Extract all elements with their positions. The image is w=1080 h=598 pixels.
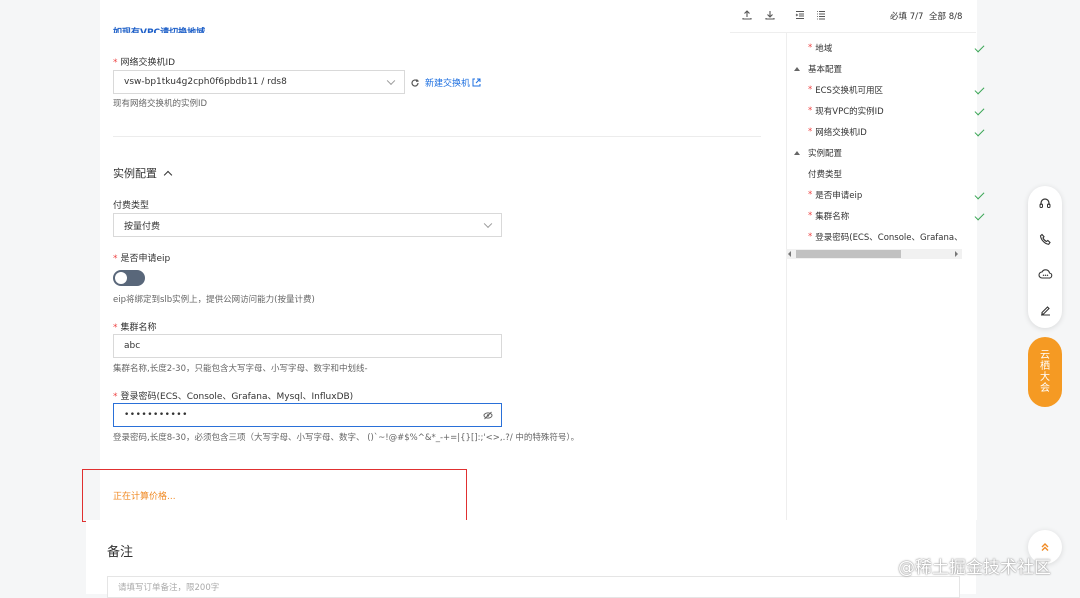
tree-item-7[interactable]: * 是否申请eip <box>786 187 998 203</box>
password-value: ••••••••••• <box>124 410 188 420</box>
check-icon <box>974 84 985 95</box>
partial-hint-text: 如现有VPC请切换地域。 <box>113 28 215 33</box>
scroll-right-icon[interactable] <box>955 251 958 257</box>
chevron-up-icon[interactable] <box>163 170 173 179</box>
tree-item-label: 地域 <box>815 44 833 54</box>
vswitch-value: vsw-bp1tku4g2cph0f6pbdb11 / rds8 <box>124 77 287 87</box>
headset-icon[interactable] <box>1028 187 1062 221</box>
upload-icon[interactable] <box>742 10 752 20</box>
tree-group-1[interactable]: 基本配置 <box>786 61 984 77</box>
required-mark: * <box>808 43 813 53</box>
tree-item-label: 登录密码(ECS、Console、Grafana、 <box>815 233 963 243</box>
required-mark: * <box>808 211 813 221</box>
check-icon <box>974 189 985 200</box>
password-input[interactable]: ••••••••••• <box>113 403 502 427</box>
eip-label: * 是否申请eip <box>113 254 171 264</box>
remark-placeholder: 请填写订单备注，限200字 <box>118 583 220 593</box>
check-icon <box>974 42 985 53</box>
badge-char: 栖 <box>1040 361 1050 372</box>
new-vswitch-link[interactable]: 新建交换机 <box>425 76 470 89</box>
cluster-label: * 集群名称 <box>113 323 157 333</box>
tree-item-0[interactable]: * 地域 <box>786 40 998 56</box>
tree-item-label: 付费类型 <box>808 170 843 180</box>
tree-item-6[interactable]: 付费类型 <box>786 166 998 182</box>
chevron-down-icon <box>483 219 493 229</box>
tree-item-2[interactable]: * ECS交换机可用区 <box>786 82 998 98</box>
tree-item-4[interactable]: * 网络交换机ID <box>786 124 998 140</box>
tree-item-label: ECS交换机可用区 <box>815 86 883 96</box>
password-label-text: 登录密码(ECS、Console、Grafana、Mysql、InfluxDB) <box>120 392 354 402</box>
tree-item-label: 基本配置 <box>808 65 843 75</box>
cluster-hint: 集群名称,长度2-30，只能包含大写字母、小写字母、数字和中划线- <box>113 364 368 374</box>
eye-off-icon[interactable] <box>483 411 493 420</box>
double-chevron-up-icon <box>1041 543 1049 551</box>
list-icon[interactable] <box>816 10 826 20</box>
tree-item-3[interactable]: * 现有VPC的实例ID <box>786 103 998 119</box>
remark-input[interactable]: 请填写订单备注，限200字 <box>107 576 960 598</box>
edit-icon[interactable] <box>1028 293 1062 327</box>
badge-char: 大 <box>1040 372 1050 383</box>
outline-tree: * 地域 基本配置 * ECS交换机可用区 * 现有VPC的实例ID * 网络交换机ID 实例配置… <box>786 40 985 250</box>
instance-section-title: 实例配置 <box>113 167 157 180</box>
required-mark: * <box>808 127 813 137</box>
billing-value: 按量付费 <box>124 221 161 232</box>
remark-title: 备注 <box>107 545 134 560</box>
floating-action-bar <box>1028 186 1062 328</box>
tree-item-8[interactable]: * 集群名称 <box>786 208 998 224</box>
phone-icon[interactable] <box>1028 222 1062 256</box>
tree-item-label: 实例配置 <box>808 149 843 159</box>
tree-group-5[interactable]: 实例配置 <box>786 145 984 161</box>
check-icon <box>974 126 985 137</box>
tree-item-label: 集群名称 <box>815 212 850 222</box>
tree-item-9[interactable]: * 登录密码(ECS、Console、Grafana、 <box>786 229 998 245</box>
chevron-down-icon <box>386 76 396 86</box>
required-mark: * <box>808 85 813 95</box>
refresh-icon[interactable] <box>410 78 420 88</box>
badge-char: 会 <box>1040 383 1050 394</box>
external-link-icon <box>472 78 481 87</box>
billing-select[interactable]: 按量付费 <box>113 213 502 237</box>
password-hint: 登录密码,长度8-30，必须包含三项（大写字母、小写字母、数字、 ()`~!@#… <box>113 433 580 443</box>
indent-icon[interactable] <box>795 10 805 20</box>
price-status: 正在计算价格... <box>113 492 176 502</box>
horizontal-scrollbar[interactable] <box>786 249 962 259</box>
vswitch-hint: 现有网络交换机的实例ID <box>113 99 208 109</box>
eip-hint: eip将绑定到slb实例上，提供公网访问能力(按量计费) <box>113 295 315 305</box>
caret-up-icon[interactable] <box>794 67 800 71</box>
badge-char: 云 <box>1040 350 1050 361</box>
instance-section-header[interactable]: 实例配置 <box>113 165 173 181</box>
yunqi-conference-badge[interactable]: 云 栖 大 会 <box>1028 337 1062 407</box>
tree-item-label: 是否申请eip <box>815 191 863 201</box>
cloud-chat-icon[interactable] <box>1028 257 1062 291</box>
cluster-name-value: abc <box>124 341 141 351</box>
all-count: 全部 8/8 <box>929 12 963 22</box>
required-mark: * <box>808 190 813 200</box>
cluster-name-input[interactable]: abc <box>113 334 502 358</box>
tree-item-label: 现有VPC的实例ID <box>815 107 884 117</box>
scrollbar-thumb[interactable] <box>796 250 901 258</box>
password-label: * 登录密码(ECS、Console、Grafana、Mysql、InfluxDB… <box>113 392 354 402</box>
required-mark: * <box>808 106 813 116</box>
vswitch-select[interactable]: vsw-bp1tku4g2cph0f6pbdb11 / rds8 <box>113 70 405 94</box>
eip-toggle[interactable] <box>113 270 145 286</box>
required-mark: * <box>808 232 813 242</box>
eip-label-text: 是否申请eip <box>120 254 171 264</box>
cluster-label-text: 集群名称 <box>120 323 157 333</box>
toggle-knob <box>115 272 127 284</box>
download-icon[interactable] <box>765 10 775 20</box>
required-count: 必填 7/7 <box>890 12 924 22</box>
section-divider <box>113 136 761 137</box>
vswitch-label: * 网络交换机ID <box>113 58 176 68</box>
vswitch-label-text: 网络交换机ID <box>120 58 176 68</box>
billing-label: 付费类型 <box>113 201 150 211</box>
scroll-left-icon[interactable] <box>788 251 791 257</box>
check-icon <box>974 210 985 221</box>
tree-item-label: 网络交换机ID <box>815 128 867 138</box>
check-icon <box>974 105 985 116</box>
caret-up-icon[interactable] <box>794 151 800 155</box>
watermark: @稀土掘金技术社区 <box>898 558 1051 578</box>
new-vswitch-link-group[interactable]: 新建交换机 <box>410 76 481 89</box>
